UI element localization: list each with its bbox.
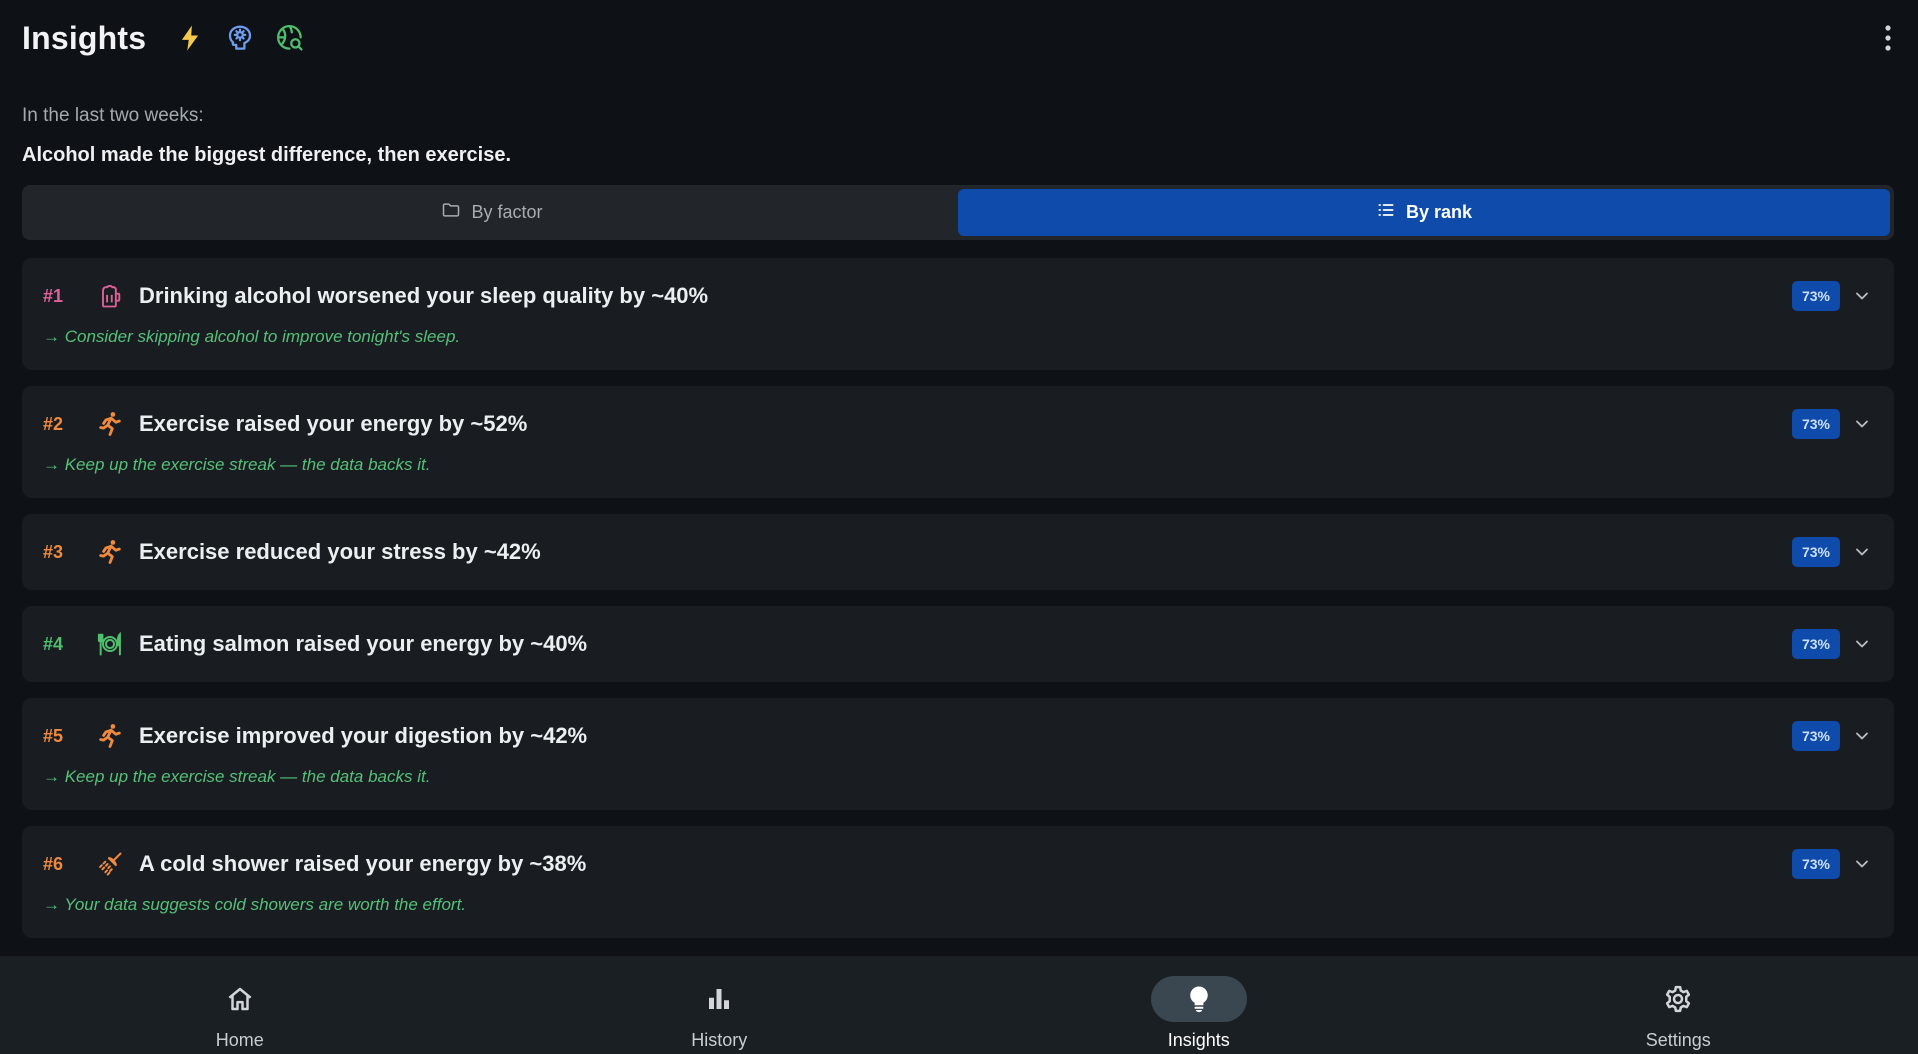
nav-history[interactable]: History (480, 956, 960, 1054)
insight-advice: → Keep up the exercise streak — the data… (43, 455, 431, 474)
brain-icon[interactable] (224, 22, 256, 54)
insight-title: Drinking alcohol worsened your sleep qua… (139, 283, 709, 308)
bottom-navigation: Home History Insights Settings (0, 956, 1918, 1054)
beer-mug-icon (95, 281, 125, 311)
chevron-down-icon[interactable] (1852, 854, 1872, 874)
insight-summary: Alcohol made the biggest difference, the… (22, 144, 512, 166)
view-mode-toggle: By factor By rank (22, 185, 1894, 240)
insight-card[interactable]: #1 Drinking alcohol worsened your sleep … (22, 258, 1894, 370)
rank-label: #6 (43, 853, 64, 874)
insight-header: #2 Exercise raised your energy by ~52% (22, 386, 1894, 462)
rank-label: #1 (43, 285, 64, 306)
confidence-badge: 73% (1791, 849, 1840, 879)
insight-card[interactable]: #5 Exercise improved your digestion by ~… (22, 698, 1894, 810)
nav-settings-label: Settings (1645, 1030, 1711, 1050)
by-rank-label: By rank (1405, 202, 1473, 222)
insight-list: #1 Drinking alcohol worsened your sleep … (22, 258, 1894, 954)
folder-icon (441, 200, 461, 225)
by-factor-button[interactable]: By factor (26, 189, 958, 236)
chevron-down-icon[interactable] (1852, 542, 1872, 562)
rank-label: #4 (43, 633, 64, 654)
globe-search-icon[interactable] (274, 22, 306, 54)
insight-title: Eating salmon raised your energy by ~40% (139, 631, 588, 656)
rank-label: #2 (43, 413, 64, 434)
plate-cutlery-icon (95, 629, 125, 659)
insight-card[interactable]: #6 A cold shower raised your energy by ~… (22, 826, 1894, 938)
confidence-badge: 73% (1791, 721, 1840, 751)
more-vert-icon[interactable] (1876, 20, 1900, 56)
nav-home-label: Home (215, 1030, 264, 1050)
confidence-badge: 73% (1791, 409, 1840, 439)
nav-insights[interactable]: Insights (959, 956, 1439, 1054)
lightbulb-icon (1150, 976, 1247, 1022)
insight-header: #3 Exercise reduced your stress by ~42% (22, 514, 1894, 590)
insight-header: #1 Drinking alcohol worsened your sleep … (22, 258, 1894, 334)
nav-home[interactable]: Home (0, 956, 480, 1054)
insight-title: Exercise raised your energy by ~52% (139, 411, 528, 436)
page-header: Insights (22, 18, 306, 58)
nav-settings[interactable]: Settings (1439, 956, 1918, 1054)
insight-title: A cold shower raised your energy by ~38% (139, 851, 587, 876)
rank-label: #3 (43, 541, 64, 562)
gear-icon (1630, 976, 1726, 1022)
confidence-badge: 73% (1791, 537, 1840, 567)
chevron-down-icon[interactable] (1852, 726, 1872, 746)
period-label: In the last two weeks: (22, 105, 204, 126)
insight-header: #6 A cold shower raised your energy by ~… (22, 826, 1894, 902)
insight-card[interactable]: #2 Exercise raised your energy by ~52% 7… (22, 386, 1894, 498)
runner-icon (95, 409, 125, 439)
chevron-down-icon[interactable] (1852, 414, 1872, 434)
insights-screen: Insights In the last two weeks: Alcohol … (0, 0, 1918, 1054)
chevron-down-icon[interactable] (1852, 634, 1872, 654)
insight-title: Exercise improved your digestion by ~42% (139, 723, 588, 748)
list-icon (1376, 200, 1396, 225)
home-icon (192, 976, 288, 1022)
bar-chart-icon (671, 976, 767, 1022)
confidence-badge: 73% (1791, 281, 1840, 311)
confidence-badge: 73% (1791, 629, 1840, 659)
insight-header: #4 Eating salmon raised your energy by ~… (22, 606, 1894, 682)
insight-title: Exercise reduced your stress by ~42% (139, 539, 541, 564)
by-factor-label: By factor (471, 202, 543, 222)
page-title: Insights (22, 19, 147, 56)
nav-history-label: History (691, 1030, 748, 1050)
by-rank-button[interactable]: By rank (958, 189, 1890, 236)
insight-header: #5 Exercise improved your digestion by ~… (22, 698, 1894, 774)
insight-advice: → Consider skipping alcohol to improve t… (43, 327, 461, 346)
nav-insights-label: Insights (1167, 1030, 1230, 1050)
runner-icon (95, 721, 125, 751)
insight-card[interactable]: #3 Exercise reduced your stress by ~42% … (22, 514, 1894, 590)
shower-icon (95, 849, 125, 879)
insight-advice: → Your data suggests cold showers are wo… (43, 895, 467, 914)
insight-card[interactable]: #4 Eating salmon raised your energy by ~… (22, 606, 1894, 682)
insight-advice: → Keep up the exercise streak — the data… (43, 767, 431, 786)
chevron-down-icon[interactable] (1852, 286, 1872, 306)
header-icons (174, 22, 306, 54)
lightning-icon[interactable] (174, 22, 206, 54)
rank-label: #5 (43, 725, 64, 746)
runner-icon (95, 537, 125, 567)
